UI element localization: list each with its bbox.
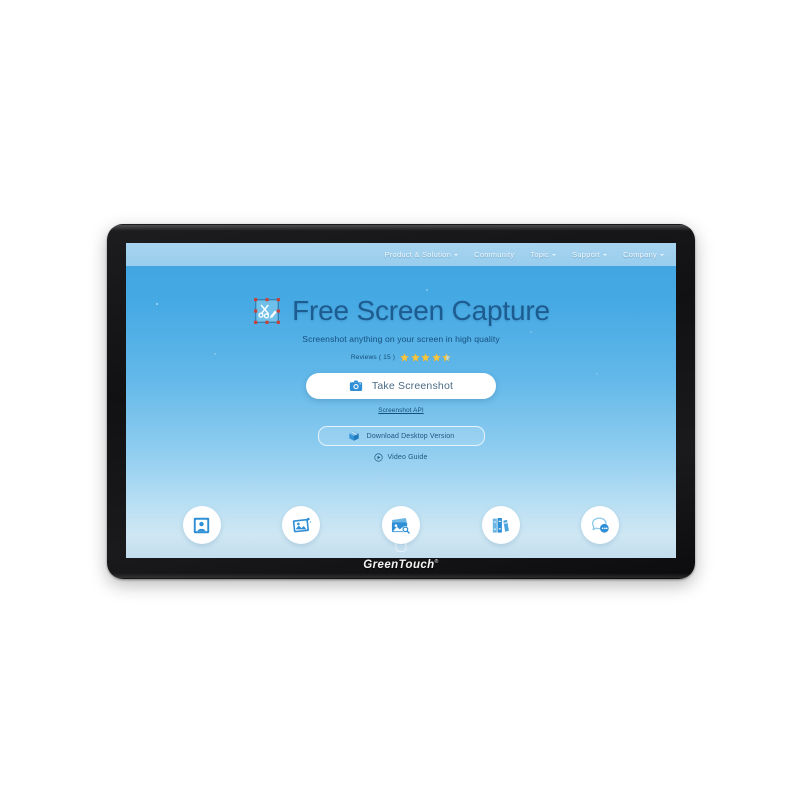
brand-logo-text: GreenTouch®	[363, 559, 438, 571]
play-circle-icon	[374, 453, 384, 462]
brand-name: GreenTouch	[363, 559, 435, 571]
nav-item-community[interactable]: Community	[474, 250, 514, 259]
nav-item-label: Community	[474, 250, 515, 259]
take-screenshot-button[interactable]: Take Screenshot	[306, 373, 496, 399]
chevron-down-icon	[552, 254, 557, 256]
shortcut-avatar-card[interactable]	[182, 506, 221, 544]
avatar-card-icon	[194, 517, 210, 533]
screenshot-api-link[interactable]: Screenshot API	[378, 407, 423, 414]
camera-icon	[349, 380, 363, 391]
star-icon	[431, 353, 441, 362]
star-icon	[410, 353, 420, 362]
star-rating	[400, 353, 452, 362]
decorative-ring	[395, 539, 407, 552]
touchscreen-monitor: Product & Solution Community Topic Suppo…	[107, 224, 695, 579]
nav-item-topic[interactable]: Topic	[530, 250, 557, 259]
nav-item-label: Topic	[530, 250, 550, 259]
star-icon	[400, 353, 410, 362]
books-icon	[492, 517, 509, 533]
nav-item-support[interactable]: Support	[572, 250, 608, 259]
star-icon-half	[442, 353, 452, 362]
page-title-row: Free Screen Capture	[126, 296, 676, 326]
shortcut-chat[interactable]	[581, 506, 620, 544]
nav-item-company[interactable]: Company	[623, 250, 664, 259]
video-guide-link[interactable]: Video Guide	[126, 453, 676, 462]
trademark-symbol: ®	[434, 559, 439, 566]
download-desktop-version-button[interactable]: Download Desktop Version	[317, 426, 485, 446]
take-screenshot-label: Take Screenshot	[371, 380, 454, 392]
download-desktop-version-label: Download Desktop Version	[366, 432, 455, 440]
crop-scissors-icon	[254, 298, 281, 324]
reviews-rating: Reviews ( 15 )	[126, 353, 676, 362]
star-icon	[421, 353, 431, 362]
box-download-icon	[348, 431, 359, 441]
shortcut-image[interactable]	[282, 506, 321, 544]
monitor-screen: Product & Solution Community Topic Suppo…	[126, 243, 676, 558]
reviews-count-label: Reviews ( 15 )	[350, 354, 396, 361]
shortcut-books[interactable]	[481, 506, 520, 544]
nav-item-product-solution[interactable]: Product & Solution	[385, 250, 459, 259]
chevron-down-icon	[660, 254, 664, 256]
nav-item-label: Product & Solution	[384, 250, 452, 259]
image-icon	[292, 517, 312, 532]
hero-section: Free Screen Capture Screenshot anything …	[126, 266, 676, 462]
nav-item-label: Company	[623, 250, 657, 259]
page-title: Free Screen Capture	[292, 295, 550, 326]
brand-plate: GreenTouch®	[107, 555, 695, 575]
video-guide-label: Video Guide	[387, 454, 428, 461]
chat-bubble-icon	[591, 516, 609, 533]
nav-item-label: Support	[572, 250, 601, 259]
page-subtitle: Screenshot anything on your screen in hi…	[302, 334, 500, 344]
site-navigation-bar: Product & Solution Community Topic Suppo…	[126, 243, 676, 266]
chevron-down-icon	[603, 254, 608, 256]
image-search-icon	[392, 517, 411, 534]
chevron-down-icon	[454, 254, 459, 256]
